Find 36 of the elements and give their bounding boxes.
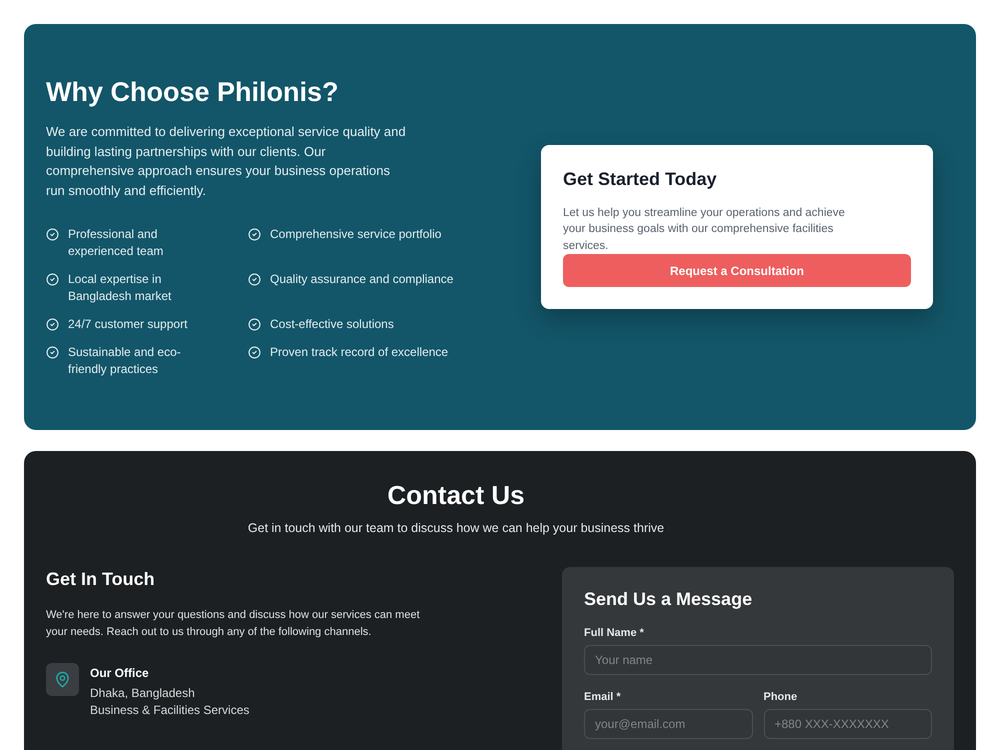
check-circle-icon xyxy=(46,273,59,286)
form-title: Send Us a Message xyxy=(584,588,754,611)
field-label: Email * xyxy=(584,690,621,704)
card-title: Get Started Today xyxy=(563,168,718,191)
check-circle-icon xyxy=(46,228,59,241)
contact-subtitle: Get in touch with our team to discuss how we can help your business thrive xyxy=(248,520,664,537)
section-description: We are committed to delivering exceptional service quality and building lasting partnerships with our clients. Our comprehensive approach ensures your business operations run smoothly and efficiently. xyxy=(46,123,407,200)
feature-text: Proven track record of excellence xyxy=(270,344,448,361)
channel-detail: Dhaka, Bangladesh xyxy=(90,685,196,702)
input-field[interactable]: +880 XXX-XXXXXXX xyxy=(764,709,932,739)
feature-text: Comprehensive service portfolio xyxy=(270,226,442,243)
feature-text: 24/7 customer support xyxy=(68,316,188,333)
check-circle-icon xyxy=(46,318,59,331)
channel-title: Our Office xyxy=(90,665,150,682)
check-circle-icon xyxy=(46,346,59,359)
field-label: Phone xyxy=(764,690,798,704)
card-description: Let us help you streamline your operations and achieve your business goals with our comprehensive facilities services. xyxy=(563,206,846,254)
input-field[interactable]: Your name xyxy=(584,645,932,675)
consultation-button[interactable]: Request a Consultation xyxy=(563,254,911,288)
check-circle-icon xyxy=(248,346,261,359)
feature-text: Professional and experienced team xyxy=(68,226,164,260)
check-circle-icon xyxy=(248,228,261,241)
map-pin-icon xyxy=(46,663,79,696)
feature-text: Sustainable and eco-friendly practices xyxy=(68,344,182,378)
check-circle-icon xyxy=(248,273,261,286)
field-label: Full Name * xyxy=(584,626,644,640)
section-title: Why Choose Philonis? xyxy=(46,76,340,108)
feature-text: Quality assurance and compliance xyxy=(270,271,454,288)
contact-description: We're here to answer your questions and discuss how our services can meet your needs. Reach out to us through any of the following channels. xyxy=(46,608,421,640)
contact-title: Contact Us xyxy=(387,479,525,511)
feature-text: Local expertise in Bangladesh market xyxy=(68,271,172,305)
channel-detail: Business & Facilities Services xyxy=(90,702,250,719)
feature-text: Cost-effective solutions xyxy=(270,316,394,333)
check-circle-icon xyxy=(248,318,261,331)
subsection-title: Get In Touch xyxy=(46,568,156,591)
input-field[interactable]: your@email.com xyxy=(584,709,752,739)
